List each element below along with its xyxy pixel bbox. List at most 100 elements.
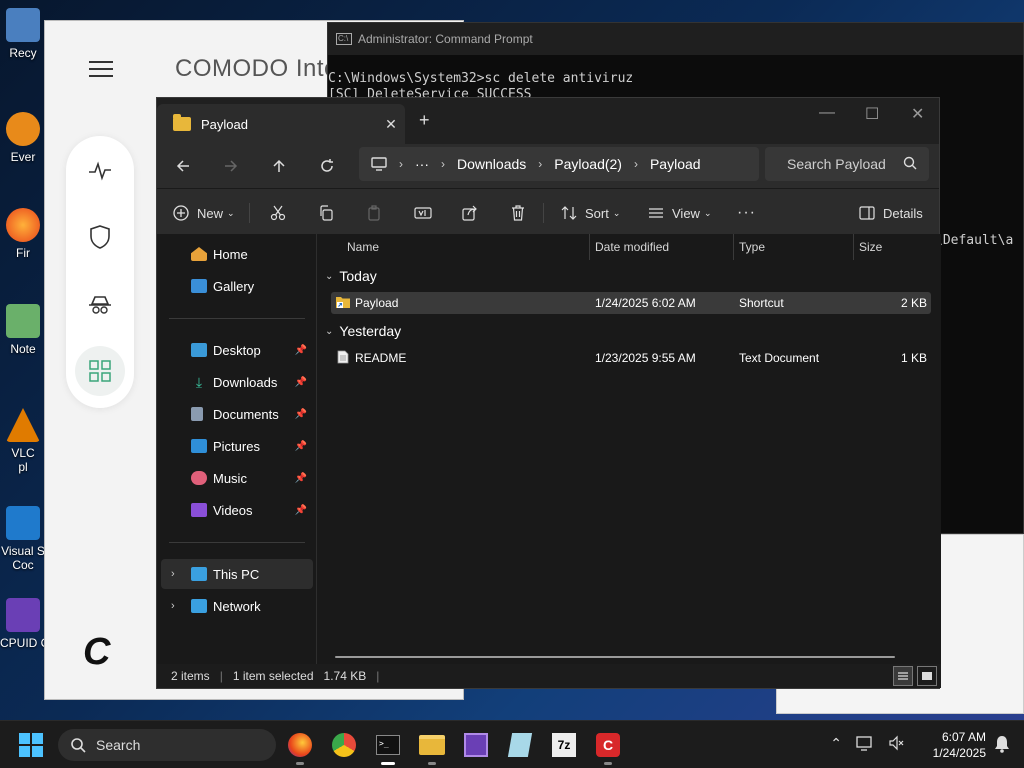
notification-bell-icon[interactable] xyxy=(994,735,1010,756)
activity-icon[interactable] xyxy=(75,146,125,196)
nav-desktop[interactable]: Desktop 📌 xyxy=(161,335,313,365)
desktop-icon-firefox[interactable]: Fir xyxy=(0,208,46,260)
column-date-modified[interactable]: Date modified xyxy=(595,234,669,260)
delete-button[interactable] xyxy=(510,189,526,237)
nav-music[interactable]: Music 📌 xyxy=(161,463,313,493)
cut-button[interactable] xyxy=(270,189,286,237)
desktop-icon-notepad[interactable]: Note xyxy=(0,304,46,356)
nav-gallery[interactable]: Gallery xyxy=(161,271,313,301)
music-icon xyxy=(191,471,207,485)
nav-videos[interactable]: Videos 📌 xyxy=(161,495,313,525)
search-input[interactable]: Search Payload xyxy=(765,147,929,181)
taskbar-firefox-icon[interactable] xyxy=(284,729,316,765)
cmd-titlebar[interactable]: C:\ Administrator: Command Prompt xyxy=(328,23,1023,55)
column-separator[interactable] xyxy=(853,234,854,260)
taskbar-terminal-icon[interactable]: >_ xyxy=(372,729,404,765)
desktop-icon-vlc[interactable]: VLC pl xyxy=(0,408,46,474)
nav-downloads[interactable]: ⤓ Downloads 📌 xyxy=(161,367,313,397)
taskbar-7zip-icon[interactable]: 7z xyxy=(548,729,580,761)
tab-payload[interactable]: Payload ✕ xyxy=(157,104,405,144)
videos-icon xyxy=(191,503,207,517)
hamburger-menu-icon[interactable] xyxy=(89,61,113,77)
forward-arrow-icon[interactable] xyxy=(217,152,245,180)
chevron-right-icon[interactable]: › xyxy=(171,600,175,612)
taskbar-clock[interactable]: 6:07 AM 1/24/2025 xyxy=(933,729,986,761)
volume-muted-icon[interactable] xyxy=(888,735,904,754)
windows-start-icon[interactable] xyxy=(19,733,43,757)
taskbar-notepad-icon[interactable] xyxy=(504,729,536,761)
nav-pictures[interactable]: Pictures 📌 xyxy=(161,431,313,461)
column-separator[interactable] xyxy=(733,234,734,260)
new-button[interactable]: New ⌄ xyxy=(173,189,235,237)
details-view-icon[interactable] xyxy=(893,666,913,686)
desktop-icon-vscode[interactable]: Visual S Coc xyxy=(0,506,46,572)
pin-icon[interactable]: 📌 xyxy=(295,377,307,388)
address-bar[interactable]: › ··· › Downloads › Payload(2) › Payload xyxy=(359,147,759,181)
chevron-down-icon: ⌄ xyxy=(325,325,334,337)
separator xyxy=(249,203,250,223)
shield-icon[interactable] xyxy=(75,212,125,262)
breadcrumb-payload[interactable]: Payload xyxy=(650,156,701,172)
pin-icon[interactable]: 📌 xyxy=(295,473,307,484)
monitor-icon xyxy=(191,567,207,581)
view-button[interactable]: View ⌄ xyxy=(648,189,712,237)
pin-icon[interactable]: 📌 xyxy=(295,409,307,420)
cmd-icon: C:\ xyxy=(336,33,352,45)
desktop-icon-recycle-bin[interactable]: Recy xyxy=(0,8,46,60)
paste-button[interactable] xyxy=(366,189,382,237)
horizontal-scrollbar[interactable] xyxy=(335,656,895,658)
minimize-icon[interactable]: — xyxy=(819,104,835,122)
share-button[interactable] xyxy=(462,189,478,237)
spy-hat-icon[interactable] xyxy=(75,280,125,330)
rename-button[interactable] xyxy=(414,189,432,237)
details-label: Details xyxy=(883,205,923,221)
nav-home[interactable]: Home xyxy=(161,239,313,269)
cmd-output: C:\Windows\System32>sc delete antiviruz … xyxy=(328,55,1023,103)
taskbar-search[interactable]: Search xyxy=(58,729,276,761)
large-icons-view-icon[interactable] xyxy=(917,666,937,686)
running-indicator xyxy=(296,762,304,765)
nav-documents[interactable]: Documents 📌 xyxy=(161,399,313,429)
maximize-icon[interactable]: ☐ xyxy=(865,104,879,124)
details-button[interactable]: Details xyxy=(859,189,923,237)
up-arrow-icon[interactable] xyxy=(265,152,293,180)
taskbar-chrome-icon[interactable] xyxy=(328,729,360,761)
running-indicator xyxy=(604,762,612,765)
separator xyxy=(543,203,544,223)
pin-icon[interactable]: 📌 xyxy=(295,441,307,452)
breadcrumb-downloads[interactable]: Downloads xyxy=(457,156,526,172)
group-header-yesterday[interactable]: ⌄ Yesterday xyxy=(325,323,401,339)
desktop-icon-everything[interactable]: Ever xyxy=(0,112,46,164)
taskbar-comodo-icon[interactable]: C xyxy=(592,729,624,765)
tab-label: Payload xyxy=(201,116,248,132)
sort-button[interactable]: Sort ⌄ xyxy=(561,189,620,237)
nav-network[interactable]: › Network xyxy=(161,591,313,621)
desktop-icon-label: Ever xyxy=(10,150,36,164)
close-window-icon[interactable]: ✕ xyxy=(911,104,924,124)
breadcrumb-more[interactable]: ··· xyxy=(415,156,429,172)
nav-this-pc[interactable]: › This PC xyxy=(161,559,313,589)
column-separator[interactable] xyxy=(589,234,590,260)
copy-button[interactable] xyxy=(318,189,334,237)
network-status-icon[interactable] xyxy=(856,735,874,754)
desktop-icon-cpuid[interactable]: CPUID C xyxy=(0,598,49,650)
group-header-today[interactable]: ⌄ Today xyxy=(325,268,377,284)
back-arrow-icon[interactable] xyxy=(169,152,197,180)
pin-icon[interactable]: 📌 xyxy=(295,505,307,516)
pin-icon[interactable]: 📌 xyxy=(295,345,307,356)
taskbar-cpuid-icon[interactable] xyxy=(460,729,492,761)
column-type[interactable]: Type xyxy=(739,234,765,260)
column-name[interactable]: Name xyxy=(347,234,379,260)
breadcrumb-payload2[interactable]: Payload(2) xyxy=(554,156,622,172)
chevron-right-icon[interactable]: › xyxy=(171,568,175,580)
new-tab-button[interactable]: + xyxy=(419,110,430,131)
apps-grid-icon[interactable] xyxy=(75,346,125,396)
file-row[interactable]: Payload 1/24/2025 6:02 AM Shortcut 2 KB xyxy=(331,292,931,314)
refresh-icon[interactable] xyxy=(313,152,341,180)
more-options-button[interactable]: ··· xyxy=(737,189,756,237)
taskbar-file-explorer-icon[interactable] xyxy=(416,729,448,765)
close-tab-icon[interactable]: ✕ xyxy=(377,116,405,133)
column-size[interactable]: Size xyxy=(859,234,882,260)
file-row[interactable]: README 1/23/2025 9:55 AM Text Document 1… xyxy=(331,347,931,369)
chevron-up-icon[interactable]: ⌃ xyxy=(830,735,842,754)
